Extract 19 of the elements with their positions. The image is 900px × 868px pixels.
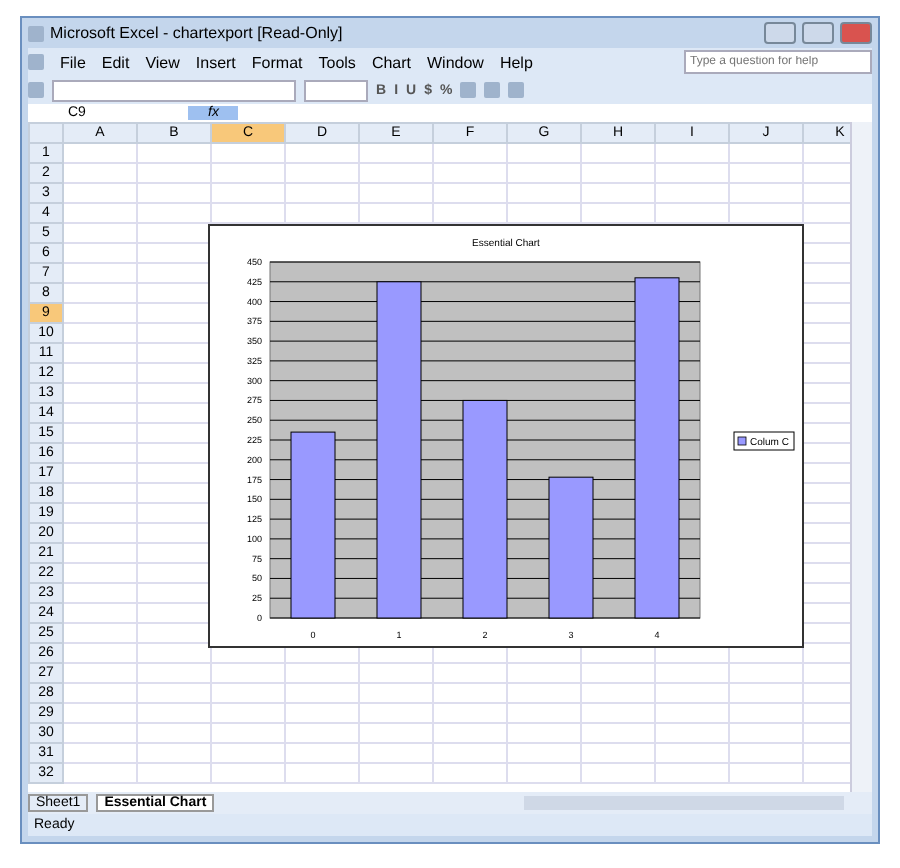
menu-item[interactable]: Chart — [371, 53, 411, 71]
window-title: Microsoft Excel - chartexport [Read-Only] — [50, 24, 345, 42]
vertical-scrollbar[interactable] — [850, 122, 872, 792]
menu-item[interactable]: File — [60, 53, 86, 71]
toolbar-icon[interactable] — [28, 82, 44, 98]
size-dropdown[interactable] — [304, 79, 368, 101]
close-button[interactable] — [840, 22, 872, 44]
minimize-button[interactable] — [764, 22, 796, 44]
menu-item[interactable]: Edit — [101, 53, 130, 71]
menu-item[interactable]: Insert — [195, 53, 236, 71]
menu-item[interactable]: View — [145, 53, 180, 71]
app-icon — [28, 25, 44, 41]
menu-item[interactable]: Window — [427, 53, 484, 71]
menu-item[interactable]: Tools — [318, 53, 356, 71]
menu-item[interactable]: Help — [499, 53, 533, 71]
maximize-button[interactable] — [802, 22, 834, 44]
select-all-corner[interactable] — [28, 122, 64, 144]
menu-item[interactable]: Format — [251, 53, 303, 71]
font-dropdown[interactable] — [52, 79, 296, 101]
